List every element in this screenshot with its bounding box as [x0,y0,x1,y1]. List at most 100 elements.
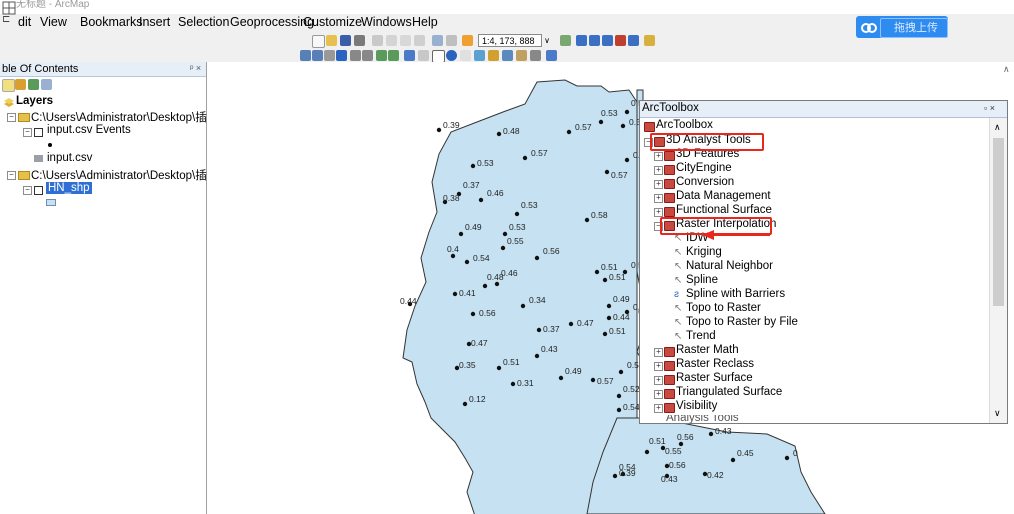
tool-spline[interactable]: Spline [686,274,718,286]
map-point[interactable] [500,245,506,251]
tool-topo-to-raster[interactable]: Topo to Raster [686,302,761,314]
map-point[interactable] [566,129,572,135]
map-point[interactable] [606,303,612,309]
map-point[interactable] [604,169,610,175]
toc-item-input-csv-events[interactable]: input.csv Events [47,124,131,136]
map-scroll-up-icon[interactable]: ∧ [1003,64,1010,75]
expand-icon[interactable]: + [654,166,663,175]
find-route-icon[interactable] [516,50,527,61]
fixed-zoom-out-icon[interactable] [362,50,373,61]
menu-customize[interactable]: Customize [303,15,362,29]
map-point[interactable] [496,365,502,371]
map-point[interactable] [644,449,650,455]
tool-conversion[interactable]: Conversion [676,176,734,188]
point-symbol-icon[interactable] [48,143,52,147]
tool-cityengine[interactable]: CityEngine [676,162,732,174]
tool-triangulated-surface[interactable]: Triangulated Surface [676,386,782,398]
map-point[interactable] [462,401,468,407]
layer-visibility-checkbox[interactable] [34,128,43,137]
collapse-icon[interactable]: − [7,171,16,180]
map-point[interactable] [494,281,500,287]
map-point[interactable] [624,157,630,163]
map-point[interactable] [622,269,628,275]
full-extent-icon[interactable] [336,50,347,61]
map-point[interactable] [534,255,540,261]
fixed-zoom-in-icon[interactable] [350,50,361,61]
chevron-down-icon[interactable]: ∨ [542,34,552,47]
copy-icon[interactable] [386,35,397,46]
open-icon[interactable] [326,35,337,46]
toc-item-folder-2[interactable]: C:\Users\Administrator\Desktop\插值 [31,167,218,183]
delete-icon[interactable] [414,35,425,46]
upload-button[interactable]: 拖拽上传 [856,16,948,38]
arctoolbox-root[interactable]: ArcToolbox [656,119,713,131]
expand-icon[interactable]: + [654,348,663,357]
tool-topo-to-raster-by-file[interactable]: Topo to Raster by File [686,316,798,328]
print-icon[interactable] [354,35,365,46]
expand-icon[interactable]: + [654,362,663,371]
expand-icon[interactable]: + [654,194,663,203]
expand-icon[interactable]: + [654,404,663,413]
menu-help[interactable]: Help [412,15,438,29]
tool-analysis-tools[interactable]: Analysis Tools [666,415,739,423]
polygon-symbol-icon[interactable] [46,199,56,206]
new-icon[interactable] [312,35,325,48]
map-point[interactable] [616,393,622,399]
tool-trend[interactable]: Trend [686,330,716,342]
list-by-selection-icon[interactable] [41,79,52,90]
map-point[interactable] [584,217,590,223]
expand-icon[interactable]: + [654,152,663,161]
map-point[interactable] [470,311,476,317]
menu-edit[interactable]: dit [18,15,31,29]
map-point[interactable] [482,283,488,289]
html-popup-icon[interactable] [474,50,485,61]
map-point[interactable] [624,309,630,315]
menu-view[interactable]: View [40,15,67,29]
map-point[interactable] [458,231,464,237]
map-point[interactable] [602,277,608,283]
table-of-contents-icon[interactable] [576,35,587,46]
tool-raster-math[interactable]: Raster Math [676,344,739,356]
pan-icon[interactable] [324,50,335,61]
save-icon[interactable] [340,35,351,46]
tool-data-management[interactable]: Data Management [676,190,771,202]
undo-icon[interactable] [432,35,443,46]
tool-raster-surface[interactable]: Raster Surface [676,372,753,384]
map-point[interactable] [730,457,736,463]
map-point[interactable] [558,375,564,381]
map-point[interactable] [514,211,520,217]
find-icon[interactable] [502,50,513,61]
add-data-icon[interactable] [462,35,473,46]
map-point[interactable] [624,109,630,115]
python-icon[interactable] [628,35,639,46]
map-point[interactable] [520,303,526,309]
map-point[interactable] [612,473,618,479]
search-window-icon[interactable] [602,35,613,46]
tool-natural-neighbor[interactable]: Natural Neighbor [686,260,773,272]
scroll-thumb[interactable] [993,138,1004,306]
map-point[interactable] [594,269,600,275]
editor-icon[interactable] [560,35,571,46]
model-builder-icon[interactable] [644,35,655,46]
map-point[interactable] [450,253,456,259]
map-point[interactable] [616,407,622,413]
scrollbar[interactable]: ∧ ∨ [989,118,1007,423]
scroll-up-icon[interactable]: ∧ [994,122,1001,133]
expand-icon[interactable]: + [654,376,663,385]
map-point[interactable] [602,331,608,337]
menu-windows[interactable]: Windows [361,15,412,29]
map-scale-input[interactable]: 1:4, 173, 888 [478,34,542,47]
layers-label[interactable]: Layers [16,95,53,107]
hyperlink-icon[interactable] [460,50,471,61]
map-point[interactable] [590,377,596,383]
menu-selection[interactable]: Selection [178,15,229,29]
toc-item-input-csv[interactable]: input.csv [47,152,92,164]
menu-geoprocessing[interactable]: Geoprocessing [230,15,314,29]
menu-file-fragment[interactable]: ⊏ [2,14,10,25]
tool-visibility[interactable]: Visibility [676,400,717,412]
collapse-icon[interactable]: − [23,186,32,195]
arctoolbox-icon[interactable] [615,35,626,46]
pin-close-icon[interactable]: ᵖ × [190,63,201,73]
map-point[interactable] [618,369,624,375]
time-slider-icon[interactable] [546,50,557,61]
